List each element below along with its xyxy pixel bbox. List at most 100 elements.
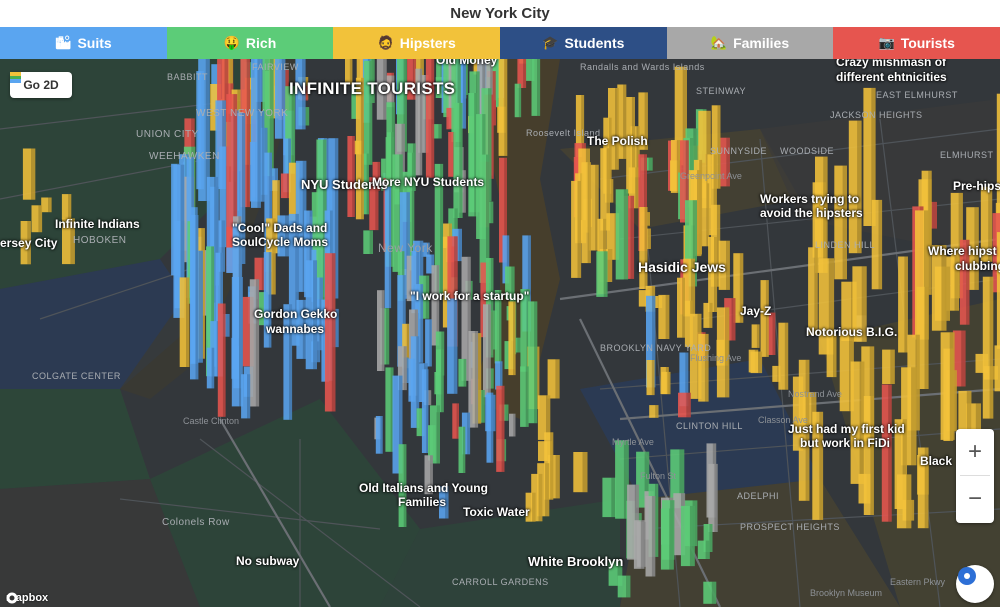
neighborhood-bar-shade: [697, 170, 702, 257]
place-label: Babbitt: [167, 72, 209, 82]
neighborhood-bar-shade: [211, 347, 215, 389]
neighborhood-bar: [994, 345, 1000, 392]
neighborhood-bar-shade: [615, 88, 619, 170]
money-mouth-face-icon: 🤑: [223, 35, 240, 50]
neighborhood-bar-shade: [331, 253, 336, 412]
compass-button[interactable]: [956, 565, 994, 603]
neighborhood-bar-shade: [474, 331, 479, 428]
place-label: Linden Hill: [815, 240, 876, 250]
neighborhood-bar-shade: [361, 77, 364, 220]
place-label: Clinton Hill: [676, 421, 743, 431]
neighborhood-bar-shade: [316, 341, 320, 363]
place-label: Union City: [136, 129, 199, 140]
place-label: Carroll Gardens: [452, 577, 549, 587]
map-annotation: Families: [398, 495, 447, 509]
map-annotation: Just had my first kid: [788, 422, 905, 436]
neighborhood-bar-shade: [667, 371, 671, 395]
street-label: Castle Clinton: [183, 416, 240, 426]
neighborhood-bar-shade: [686, 392, 691, 418]
go-2d-button[interactable]: Go 2D: [10, 72, 72, 98]
neighborhood-bar-shade: [651, 496, 656, 577]
neighborhood-bar-shade: [582, 452, 588, 493]
neighborhood-bar-shade: [550, 432, 554, 500]
tab-students[interactable]: 🎓 Students: [500, 27, 667, 59]
zoom-out-button[interactable]: −: [956, 476, 994, 522]
neighborhood-bar-shade: [870, 396, 874, 515]
neighborhood-bar-shade: [453, 298, 458, 394]
map-annotation: White Brooklyn: [528, 554, 624, 569]
neighborhood-bar-shade: [491, 368, 494, 389]
neighborhood-bar-shade: [488, 304, 491, 398]
tab-families[interactable]: 🏡 Families: [666, 27, 834, 59]
neighborhood-bar-shade: [381, 290, 385, 371]
mapbox-attribution[interactable]: mapbox: [6, 592, 48, 604]
house-with-garden-icon: 🏡: [710, 35, 728, 50]
neighborhood-bar-shade: [467, 412, 471, 455]
neighborhood-bar-shade: [814, 247, 818, 335]
neighborhood-bar-shade: [438, 124, 442, 139]
map-annotation: INFINITE TOURISTS: [289, 79, 456, 98]
neighborhood-bar-shade: [635, 167, 639, 209]
tab-rich[interactable]: 🤑 Rich: [166, 27, 334, 59]
neighborhood-bar-shade: [878, 199, 883, 290]
place-label: Woodside: [780, 146, 835, 156]
neighborhood-bar-shade: [711, 581, 717, 604]
neighborhood-bar-shade: [655, 405, 659, 418]
map-annotation: "I work for a startup": [410, 289, 530, 303]
map-annotation: wannabes: [266, 322, 325, 336]
neighborhood-bar-shade: [257, 59, 261, 208]
map-annotation: "Cool" Dads and: [232, 221, 328, 235]
place-label: Randalls and Wards Islands: [580, 62, 705, 72]
place-label: Elmhurst: [940, 150, 994, 160]
place-label: Fairview: [252, 62, 299, 72]
neighborhood-bar-shade: [587, 162, 591, 264]
neighborhood-bar-shade: [906, 474, 912, 529]
tab-label: Suits: [77, 35, 112, 51]
neighborhood-bar-shade: [305, 107, 310, 126]
tab-suits[interactable]: 🏙 Suits: [0, 27, 167, 59]
neighborhood-bar-shade: [523, 59, 527, 88]
neighborhood-bar-shade: [665, 294, 670, 339]
neighborhood-bar-shade: [226, 314, 230, 337]
neighborhood-bar-shade: [714, 463, 718, 532]
neighborhood-bar-shade: [648, 157, 653, 171]
neighborhood-bar-shade: [607, 249, 613, 282]
neighborhood-bar-shade: [525, 366, 529, 427]
neighborhood-bar-shade: [505, 404, 509, 421]
place-label: West New York: [196, 108, 289, 119]
zoom-in-button[interactable]: +: [956, 429, 994, 475]
street-label: Greenpoint Ave: [680, 171, 742, 181]
neighborhood-bar-shade: [403, 346, 407, 391]
neighborhood-bar-shade: [500, 361, 503, 390]
tab-hipsters[interactable]: 🧔 Hipsters: [333, 27, 501, 59]
neighborhood-bar-shade: [369, 60, 373, 165]
neighborhood-bar-shade: [441, 349, 444, 413]
neighborhood-bar-shade: [291, 86, 296, 174]
neighborhood-bar-shade: [261, 111, 265, 202]
neighborhood-bar-shade: [490, 258, 494, 358]
map-annotation: Pre-hips: [953, 179, 1000, 193]
map-annotation: clubbing: [955, 259, 1000, 273]
neighborhood-bar-shade: [478, 333, 482, 424]
place-label: Hoboken: [73, 235, 127, 246]
neighborhood-bar-shade: [462, 426, 466, 473]
tab-tourists[interactable]: 📷 Tourists: [833, 27, 1000, 59]
neighborhood-bar-shade: [651, 360, 655, 396]
neighborhood-bar-shade: [758, 351, 763, 374]
neighborhood-bar-shade: [186, 277, 190, 367]
office-building-icon: 🏙: [54, 35, 72, 50]
tab-label: Students: [564, 35, 625, 51]
place-label: Adelphi: [737, 491, 780, 501]
tab-label: Hipsters: [399, 35, 456, 51]
place-label: Prospect Heights: [740, 522, 840, 532]
neighborhood-bar-shade: [380, 416, 383, 454]
neighborhood-bar-shade: [647, 228, 651, 249]
neighborhood-bar-shade: [459, 102, 463, 218]
street-label: Nostrand Ave: [788, 389, 842, 399]
map-canvas[interactable]: Fairview Babbitt West New York Union Cit…: [0, 59, 1000, 607]
neighborhood-bar-shade: [709, 302, 713, 328]
map-annotation: No subway: [236, 554, 300, 568]
window-title: New York City: [0, 0, 1000, 27]
neighborhood-bar-shade: [513, 413, 516, 437]
neighborhood-bar-shade: [610, 179, 614, 203]
